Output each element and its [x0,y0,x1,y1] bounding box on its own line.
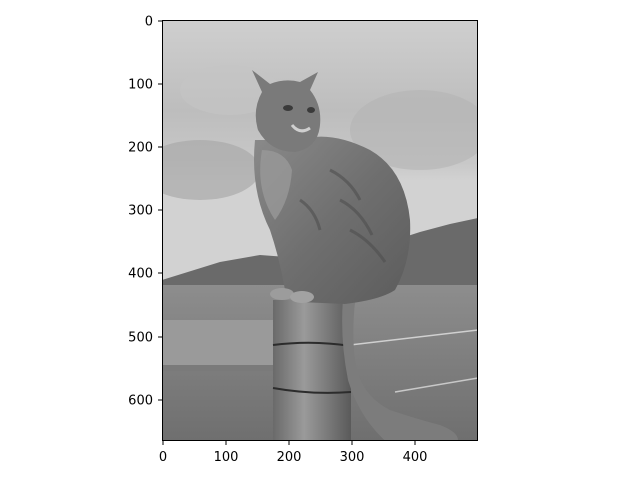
cat-eye [307,107,315,113]
y-tick-label: 300 [128,204,153,219]
x-tick: 300 [340,441,365,465]
y-tick: 300 [128,204,162,219]
x-tick: 0 [159,441,167,465]
y-tick-label: 200 [128,141,153,156]
x-tick-label: 400 [403,450,428,465]
fence-post [273,300,351,441]
x-tick: 400 [403,441,428,465]
cloud [162,140,260,200]
y-axis: 0 100 200 300 400 500 600 [128,15,162,409]
y-tick: 0 [145,15,162,30]
y-tick: 600 [128,394,162,409]
x-tick-label: 300 [340,450,365,465]
y-tick-label: 600 [128,394,153,409]
x-tick-label: 200 [277,450,302,465]
y-tick: 200 [128,141,162,156]
x-tick: 200 [277,441,302,465]
y-tick-label: 100 [128,78,153,93]
fence-rail-shade [162,365,277,371]
y-tick: 500 [128,331,162,346]
y-tick-label: 0 [145,15,153,30]
photo [162,20,478,441]
cat-paw [290,291,314,303]
x-tick-label: 0 [159,450,167,465]
y-tick: 100 [128,78,162,93]
y-tick: 400 [128,267,162,282]
x-tick: 100 [214,441,239,465]
fence-rail [162,320,277,370]
figure: 0 100 200 300 400 500 600 0 100 200 300 … [128,15,478,465]
y-tick-label: 500 [128,331,153,346]
y-tick-label: 400 [128,267,153,282]
x-tick-label: 100 [214,450,239,465]
x-axis: 0 100 200 300 400 [159,441,428,465]
cat-eye [283,105,293,111]
